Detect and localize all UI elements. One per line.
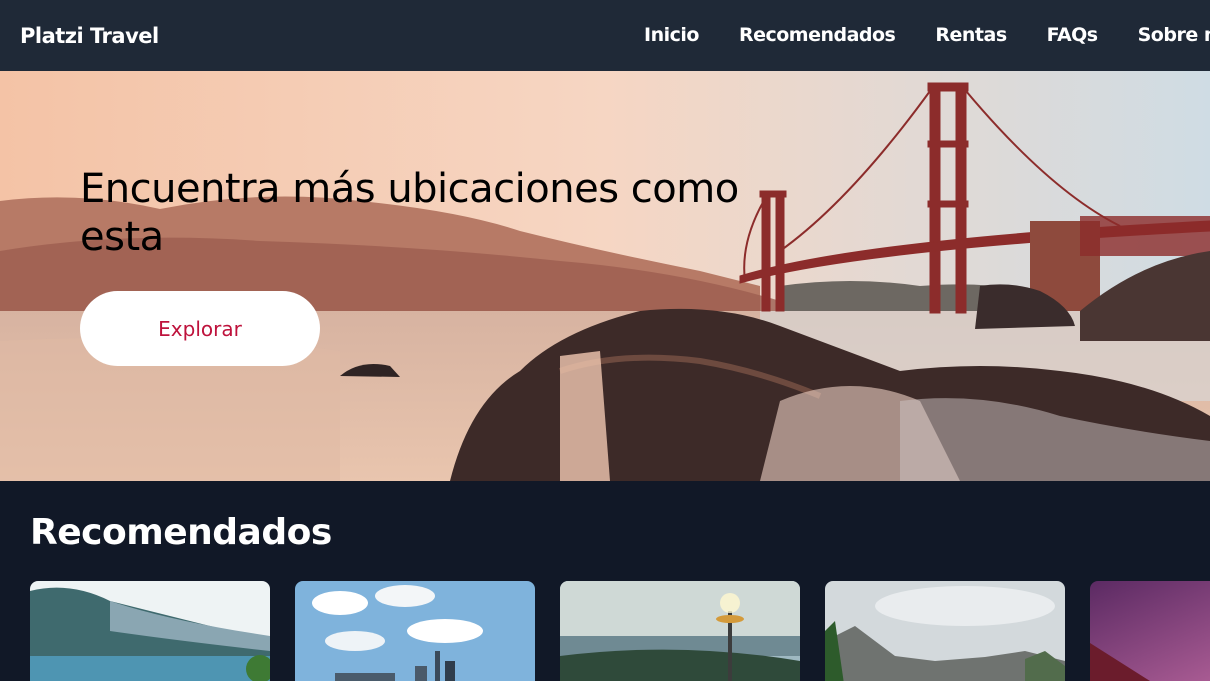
hero-banner: Encuentra más ubicaciones como esta Expl… <box>0 71 1210 481</box>
nav-link-inicio[interactable]: Inicio <box>644 24 699 46</box>
page: Platzi Travel Inicio Recomendados Rentas… <box>0 0 1210 681</box>
card-image-city <box>295 581 535 681</box>
recommended-card-space-needle[interactable] <box>560 581 800 681</box>
card-image-purple-sky <box>1090 581 1210 681</box>
hero-image <box>0 71 1210 481</box>
card-image-space-needle <box>560 581 800 681</box>
recommended-card-city[interactable] <box>295 581 535 681</box>
main-nav: Inicio Recomendados Rentas FAQs Sobre no… <box>644 24 1210 46</box>
card-image-yosemite <box>825 581 1065 681</box>
card-image-lake <box>30 581 270 681</box>
logo[interactable]: Platzi Travel <box>20 24 159 48</box>
nav-link-faqs[interactable]: FAQs <box>1047 24 1098 46</box>
nav-link-rentas[interactable]: Rentas <box>935 24 1007 46</box>
top-navbar: Platzi Travel Inicio Recomendados Rentas… <box>0 0 1210 71</box>
nav-link-recomendados[interactable]: Recomendados <box>739 24 896 46</box>
recommended-card-purple-sky[interactable] <box>1090 581 1210 681</box>
explore-button[interactable]: Explorar <box>80 291 320 366</box>
recommended-card-lake[interactable] <box>30 581 270 681</box>
recommended-card-yosemite[interactable] <box>825 581 1065 681</box>
nav-link-sobre-nosotros[interactable]: Sobre nosotros <box>1138 24 1210 46</box>
recommended-title: Recomendados <box>30 512 332 553</box>
hero-title: Encuentra más ubicaciones como esta <box>80 166 739 260</box>
